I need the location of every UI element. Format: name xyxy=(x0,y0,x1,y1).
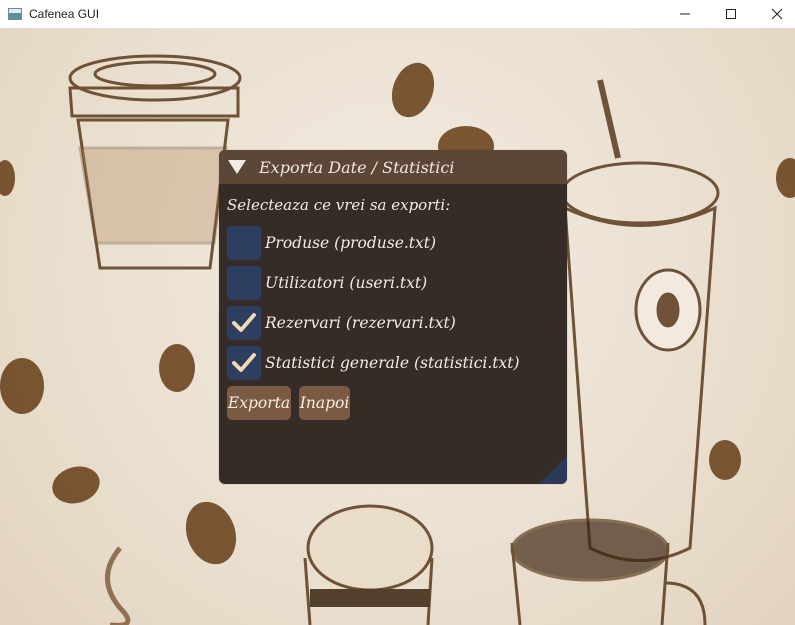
checkbox-rezervari[interactable] xyxy=(227,306,261,340)
option-produse[interactable]: Produse (produse.txt) xyxy=(227,226,436,260)
minimize-icon xyxy=(680,13,690,15)
option-rezervari[interactable]: Rezervari (rezervari.txt) xyxy=(227,306,456,340)
option-label: Produse (produse.txt) xyxy=(265,234,437,252)
checkmark-icon xyxy=(232,353,256,372)
close-button[interactable] xyxy=(754,0,795,28)
option-label: Rezervari (rezervari.txt) xyxy=(265,314,456,332)
maximize-button[interactable] xyxy=(708,0,754,28)
latte-glass-illustration xyxy=(303,504,434,625)
steam-swirl xyxy=(105,546,131,625)
mug-illustration xyxy=(510,518,707,625)
minimize-button[interactable] xyxy=(662,0,708,28)
checkbox-statistici[interactable] xyxy=(227,346,261,380)
option-utilizatori[interactable]: Utilizatori (useri.txt) xyxy=(227,266,427,300)
takeaway-cup-illustration xyxy=(68,54,242,270)
option-label: Statistici generale (statistici.txt) xyxy=(265,354,520,372)
checkmark-icon xyxy=(232,313,256,332)
panel-header[interactable]: Exporta Date / Statistici xyxy=(219,150,567,184)
checkbox-utilizatori[interactable] xyxy=(227,266,261,300)
maximize-icon xyxy=(726,9,736,19)
option-statistici[interactable]: Statistici generale (statistici.txt) xyxy=(227,346,520,380)
option-label: Utilizatori (useri.txt) xyxy=(265,274,428,292)
export-prompt: Selecteaza ce vrei sa exporti: xyxy=(227,196,451,214)
app-icon xyxy=(8,8,22,20)
window-title: Cafenea GUI xyxy=(29,7,100,21)
resize-grip[interactable] xyxy=(539,456,567,484)
export-panel: Exporta Date / Statistici Selecteaza ce … xyxy=(219,150,567,484)
back-button[interactable]: Inapoi xyxy=(299,386,350,420)
panel-title: Exporta Date / Statistici xyxy=(259,157,455,177)
export-button[interactable]: Exporta xyxy=(227,386,291,420)
window-titlebar: Cafenea GUI xyxy=(0,0,795,28)
triangle-down-icon[interactable] xyxy=(228,160,246,174)
close-icon xyxy=(771,8,783,20)
iced-cup-illustration xyxy=(560,79,720,562)
checkbox-produse[interactable] xyxy=(227,226,261,260)
